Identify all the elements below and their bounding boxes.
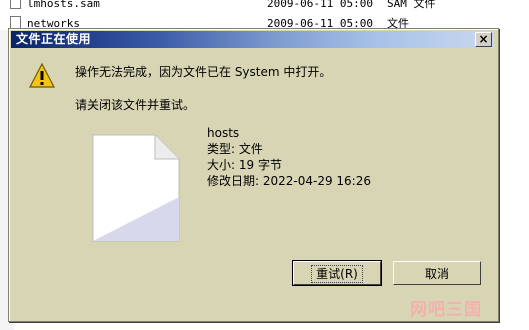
dialog-titlebar[interactable]: 文件正在使用 × — [11, 31, 494, 48]
watermark-logo: 网吧三国 — [410, 300, 482, 320]
instruction-message: 请关闭该文件并重试。 — [75, 98, 196, 112]
file-date: 2009-06-11 05:00 — [267, 0, 373, 10]
close-button[interactable]: × — [475, 32, 492, 47]
document-icon — [92, 134, 180, 242]
file-in-use-dialog: 文件正在使用 × 操作无法完成，因为文件已在 System 中打开。 请关闭该文… — [8, 28, 499, 322]
dialog-title: 文件正在使用 — [16, 32, 92, 46]
file-icon — [10, 0, 21, 9]
explorer-file-list: lmhosts.sam 2009-06-11 05:00 SAM 文件 networ… — [0, 0, 529, 30]
cancel-button[interactable]: 取消 — [393, 261, 481, 285]
file-modified-label: 修改日期: 2022-04-29 16:26 — [207, 174, 371, 188]
file-size-label: 大小: 19 字节 — [207, 158, 282, 172]
file-name-label: hosts — [207, 126, 240, 140]
retry-button-label: 重试(R) — [311, 265, 363, 283]
error-message: 操作无法完成，因为文件已在 System 中打开。 — [75, 65, 332, 79]
file-details: hosts 类型: 文件 大小: 19 字节 修改日期: 2022-04-29 … — [207, 125, 371, 189]
retry-button[interactable]: 重试(R) — [292, 260, 382, 286]
file-type-label: 类型: 文件 — [207, 142, 263, 156]
file-row[interactable]: networks 2009-06-11 05:00 文件 — [10, 15, 409, 30]
file-row[interactable]: lmhosts.sam 2009-06-11 05:00 SAM 文件 — [10, 0, 436, 10]
warning-icon — [29, 63, 55, 88]
file-name: lmhosts.sam — [27, 0, 100, 10]
file-type: SAM 文件 — [387, 0, 436, 10]
